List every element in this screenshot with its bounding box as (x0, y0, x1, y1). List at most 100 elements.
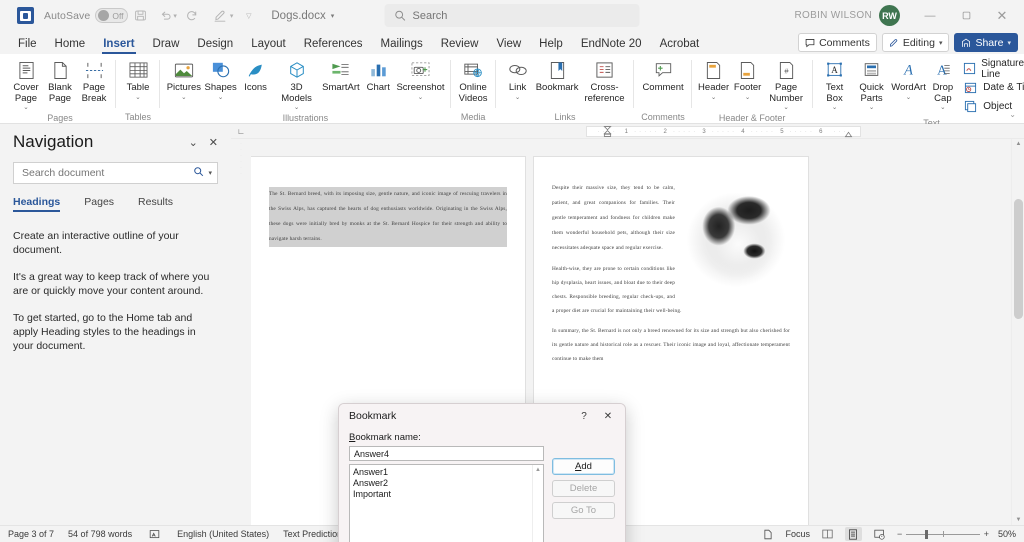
read-mode-icon[interactable] (819, 527, 836, 541)
wordart-dropdown-icon[interactable]: ⌄ (906, 94, 911, 101)
cross-reference-button[interactable]: Cross-reference (580, 57, 630, 104)
search-document-input[interactable] (22, 167, 193, 179)
list-item[interactable]: Answer2 (353, 478, 543, 489)
3d-models-button[interactable]: 3D Models ⌄ (273, 57, 321, 111)
shapes-button[interactable]: Shapes ⌄ (203, 57, 239, 101)
share-button[interactable]: Share ▾ (954, 33, 1018, 52)
comment-button[interactable]: Comment (639, 57, 686, 94)
date-time-button[interactable]: Date & Time (960, 78, 1024, 97)
screenshot-dropdown-icon[interactable]: ⌄ (418, 94, 423, 101)
editing-button[interactable]: Editing ▾ (882, 33, 950, 52)
bookmark-button[interactable]: Bookmark (535, 57, 580, 94)
focus-icon[interactable] (759, 527, 776, 541)
minimize-icon[interactable]: — (912, 0, 948, 31)
bookmark-list-scrollbar[interactable]: ▲ ▼ (532, 465, 543, 542)
customize-quick-access-icon[interactable]: ▽ (236, 4, 261, 28)
quick-parts-dropdown-icon[interactable]: ⌄ (869, 104, 874, 111)
list-item[interactable]: Answer1 (353, 467, 543, 478)
zoom-level-label[interactable]: 50% (998, 529, 1016, 539)
horizontal-ruler[interactable]: ∟ · · · · 1 · · · · · 2 · · · · · 3 · · … (231, 124, 1024, 139)
st-bernard-dog-photo[interactable] (682, 181, 790, 294)
zoom-slider[interactable]: − + (897, 529, 989, 539)
page-break-button[interactable]: Page Break (77, 57, 111, 104)
goto-button[interactable]: Go To (552, 502, 615, 519)
search-options-chevron-icon[interactable]: ▾ (208, 169, 212, 177)
language-indicator[interactable]: English (United States) (177, 529, 269, 539)
tab-home[interactable]: Home (46, 38, 95, 54)
editing-chevron-icon[interactable]: ▾ (939, 39, 943, 47)
tab-help[interactable]: Help (530, 38, 572, 54)
search-container[interactable] (385, 4, 640, 27)
zoom-handle[interactable] (925, 530, 928, 539)
page-indicator[interactable]: Page 3 of 7 (8, 529, 54, 539)
signature-line-button[interactable]: Signature Line ⌄ (960, 59, 1024, 78)
print-layout-icon[interactable] (845, 527, 862, 541)
selected-paragraph[interactable]: The St. Bernard breed, with its imposing… (269, 187, 507, 247)
vertical-scrollbar[interactable]: ▲ ▼ (1011, 139, 1024, 525)
search-input[interactable] (385, 4, 640, 27)
tab-draw[interactable]: Draw (144, 38, 189, 54)
zoom-in-button[interactable]: + (984, 529, 989, 539)
cover-page-dropdown-icon[interactable]: ⌄ (23, 104, 28, 111)
autosave-toggle[interactable]: Off (95, 8, 128, 23)
user-account[interactable]: ROBIN WILSON RW (795, 5, 901, 26)
touch-dropdown-icon[interactable]: ▾ (230, 12, 234, 20)
search-icon[interactable] (193, 166, 204, 180)
drop-cap-button[interactable]: A Drop Cap ⌄ (926, 57, 961, 111)
ruler-track[interactable]: · · · · 1 · · · · · 2 · · · · · 3 · · · … (586, 126, 861, 137)
proofing-errors-icon[interactable] (146, 527, 163, 541)
scroll-down-icon[interactable]: ▼ (1012, 517, 1024, 523)
pictures-dropdown-icon[interactable]: ⌄ (181, 94, 186, 101)
chevron-down-icon[interactable]: ⌄ (189, 136, 198, 149)
shapes-dropdown-icon[interactable]: ⌄ (218, 94, 223, 101)
tab-mailings[interactable]: Mailings (372, 38, 432, 54)
word-count[interactable]: 54 of 798 words (68, 529, 132, 539)
scrollbar-thumb[interactable] (1014, 199, 1023, 319)
wordart-button[interactable]: A WordArt ⌄ (892, 57, 926, 101)
tab-references[interactable]: References (295, 38, 372, 54)
zoom-out-button[interactable]: − (897, 529, 902, 539)
blank-page-button[interactable]: Blank Page (43, 57, 77, 104)
save-icon[interactable] (128, 4, 153, 28)
avatar[interactable]: RW (879, 5, 900, 26)
right-indent-marker-icon[interactable] (844, 131, 853, 138)
scroll-up-icon[interactable]: ▲ (1012, 141, 1024, 147)
bookmark-name-input[interactable] (349, 446, 544, 461)
table-dropdown-icon[interactable]: ⌄ (135, 94, 140, 101)
close-icon[interactable]: ✕ (984, 0, 1020, 31)
share-chevron-icon[interactable]: ▾ (1007, 39, 1011, 47)
tab-review[interactable]: Review (432, 38, 488, 54)
indent-marker-icon[interactable] (603, 124, 612, 139)
redo-icon[interactable] (180, 4, 205, 28)
icons-button[interactable]: Icons (239, 57, 273, 94)
link-button[interactable]: Link ⌄ (501, 57, 535, 101)
restore-icon[interactable] (948, 0, 984, 31)
tab-design[interactable]: Design (188, 38, 242, 54)
tab-acrobat[interactable]: Acrobat (651, 38, 709, 54)
list-item[interactable]: Important (353, 489, 543, 500)
cover-page-button[interactable]: Cover Page ⌄ (9, 57, 43, 111)
add-button[interactable]: Add (552, 458, 615, 475)
online-videos-button[interactable]: Online Videos (456, 57, 491, 104)
3d-models-dropdown-icon[interactable]: ⌄ (294, 104, 299, 111)
delete-button[interactable]: Delete (552, 480, 615, 497)
scroll-up-icon[interactable]: ▲ (535, 467, 541, 473)
footer-dropdown-icon[interactable]: ⌄ (745, 94, 750, 101)
navigation-search[interactable]: ▾ (13, 162, 218, 184)
drop-cap-dropdown-icon[interactable]: ⌄ (940, 104, 945, 111)
tab-layout[interactable]: Layout (242, 38, 295, 54)
screenshot-button[interactable]: Screenshot ⌄ (395, 57, 445, 101)
smartart-button[interactable]: SmartArt (321, 57, 362, 94)
zoom-track[interactable] (906, 534, 979, 535)
footer-button[interactable]: Footer ⌄ (731, 57, 765, 101)
close-icon[interactable]: ✕ (597, 407, 619, 425)
comments-button[interactable]: Comments (798, 33, 877, 52)
page-number-dropdown-icon[interactable]: ⌄ (783, 104, 788, 111)
tab-stop-icon[interactable]: ∟ (231, 124, 251, 139)
text-box-dropdown-icon[interactable]: ⌄ (832, 104, 837, 111)
help-question-icon[interactable]: ? (573, 407, 595, 425)
nav-tab-pages[interactable]: Pages (84, 196, 114, 212)
tab-insert[interactable]: Insert (94, 38, 143, 54)
bookmark-list[interactable]: Answer1 Answer2 Important ▲ ▼ (349, 464, 544, 542)
header-button[interactable]: Header ⌄ (697, 57, 731, 101)
